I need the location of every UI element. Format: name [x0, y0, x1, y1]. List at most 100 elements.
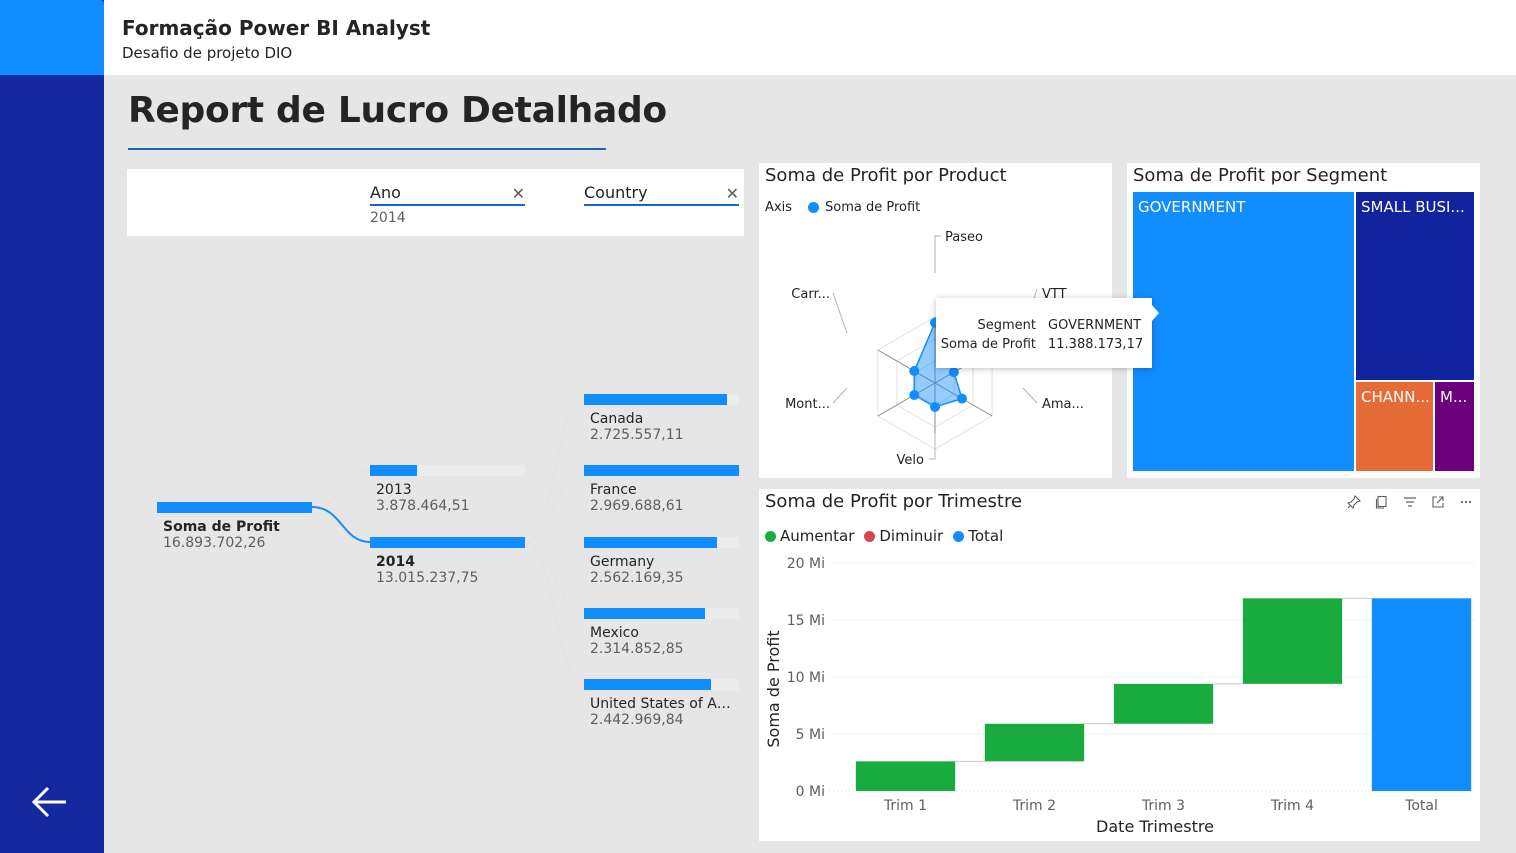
node-value: 2.562.169,35 — [590, 570, 684, 586]
waterfall-bar — [855, 761, 956, 791]
tree-node-usa[interactable]: United States of Ameri... 2.442.969,84 — [584, 679, 739, 728]
focus-mode-icon[interactable] — [1429, 493, 1447, 511]
pin-icon[interactable] — [1345, 493, 1363, 511]
node-bar — [584, 608, 739, 619]
node-bar — [584, 465, 739, 476]
tooltip-key: Soma de Profit — [940, 337, 1036, 352]
x-tick-label: Total — [1404, 798, 1438, 814]
node-bar — [157, 502, 312, 513]
node-bar-fill — [584, 679, 712, 690]
y-tick-label: 20 Mi — [787, 556, 825, 572]
title-underline — [128, 148, 606, 150]
waterfall-plot: 0 Mi 5 Mi 10 Mi 15 Mi 20 Mi Date Trimestre Som… — [764, 556, 1474, 836]
treemap-cell-government[interactable]: GOVERNMENT — [1133, 192, 1354, 471]
slicer-ano-value[interactable]: 2014 — [370, 210, 525, 226]
treemap-cell-channel[interactable]: CHANN... — [1356, 382, 1433, 471]
radar-leader-line — [934, 235, 941, 273]
node-value: 16.893.702,26 — [163, 535, 266, 551]
node-label: 2013 — [376, 482, 412, 498]
radar-data-point — [909, 366, 920, 377]
slicer-country[interactable]: Country ✕ — [584, 183, 739, 210]
waterfall-bar — [984, 723, 1085, 762]
treemap-card[interactable]: Soma de Profit por Segment GOVERNMENT SM… — [1127, 163, 1480, 478]
node-bar-fill — [584, 394, 727, 405]
node-label: Soma de Profit — [163, 519, 280, 535]
x-tick-label: Trim 2 — [1012, 798, 1056, 814]
more-options-icon[interactable] — [1457, 493, 1475, 511]
radar-axis-label: Velo — [897, 453, 924, 468]
y-tick-label: 10 Mi — [787, 670, 825, 686]
slicer-panel: Ano ✕ 2014 Country ✕ — [127, 169, 744, 236]
app-title: Formação Power BI Analyst — [122, 16, 431, 40]
close-icon[interactable]: ✕ — [726, 184, 739, 203]
treemap-title: Soma de Profit por Segment — [1133, 165, 1388, 186]
decomposition-tree: Soma de Profit 16.893.702,26 2013 3.878.… — [127, 250, 744, 840]
tree-node-2013[interactable]: 2013 3.878.464,51 — [370, 465, 525, 514]
treemap-cell-small-business[interactable]: SMALL BUSI... — [1356, 192, 1474, 380]
node-value: 2.314.852,85 — [590, 641, 684, 657]
page-title: Report de Lucro Detalhado — [128, 90, 667, 131]
radar-data-point — [930, 401, 940, 412]
slicer-ano[interactable]: Ano ✕ 2014 — [370, 183, 525, 226]
back-arrow-icon[interactable] — [28, 780, 72, 824]
tree-node-root[interactable]: Soma de Profit 16.893.702,26 — [157, 502, 312, 551]
waterfall-bar — [1371, 598, 1472, 791]
node-bar-fill — [370, 465, 417, 476]
radar-leader-line — [1022, 387, 1038, 404]
y-tick-label: 15 Mi — [787, 613, 825, 629]
x-tick-label: Trim 4 — [1270, 798, 1314, 814]
x-tick-label: Trim 1 — [883, 798, 927, 814]
tooltip-value: GOVERNMENT — [1048, 318, 1142, 333]
radar-axis-label: Mont... — [785, 397, 830, 412]
radar-axis-label: Paseo — [945, 230, 983, 245]
left-rail — [0, 0, 104, 853]
radar-leader-line — [832, 292, 848, 334]
y-tick-label: 0 Mi — [796, 784, 825, 800]
node-value: 2.969.688,61 — [590, 498, 684, 514]
waterfall-bar — [1242, 598, 1343, 684]
tree-node-mexico[interactable]: Mexico 2.314.852,85 — [584, 608, 739, 657]
radar-axis-label: Carr... — [791, 287, 830, 302]
treemap-cell-midmarket[interactable]: M... — [1435, 382, 1474, 471]
filter-icon[interactable] — [1401, 493, 1419, 511]
node-bar — [584, 537, 739, 548]
tooltip-value: 11.388.173,17 — [1048, 337, 1144, 352]
slicer-ano-label: Ano — [370, 183, 525, 206]
copy-icon[interactable] — [1373, 493, 1391, 511]
node-bar — [584, 679, 739, 690]
node-label: 2014 — [376, 554, 415, 570]
node-label: Canada — [590, 411, 644, 427]
radar-leader-line — [832, 387, 848, 404]
waterfall-chart-card[interactable]: Soma de Profit por Trimestre Aumentar Di… — [759, 489, 1480, 841]
x-axis-title: Date Trimestre — [1096, 817, 1214, 836]
report-header: Formação Power BI Analyst Desafio de pro… — [104, 0, 1516, 75]
radar-data-point — [909, 389, 920, 400]
tree-node-canada[interactable]: Canada 2.725.557,11 — [584, 394, 739, 443]
node-bar-fill — [157, 502, 312, 513]
rail-accent — [0, 0, 104, 75]
node-value: 13.015.237,75 — [376, 570, 479, 586]
tooltip-key: Segment — [977, 318, 1037, 333]
node-label: Mexico — [590, 625, 639, 641]
node-bar-fill — [584, 465, 739, 476]
radar-data-point — [957, 393, 968, 404]
node-bar — [584, 394, 739, 405]
y-tick-label: 5 Mi — [796, 727, 825, 743]
node-bar-fill — [584, 537, 718, 548]
tree-node-france[interactable]: France 2.969.688,61 — [584, 465, 739, 514]
radar-data-point — [948, 367, 959, 378]
tooltip: Segment GOVERNMENT Soma de Profit 11.388… — [936, 298, 1152, 368]
tree-node-germany[interactable]: Germany 2.562.169,35 — [584, 537, 739, 586]
waterfall-bar — [1113, 683, 1214, 724]
app-subtitle: Desafio de projeto DIO — [122, 44, 293, 62]
radar-axis-label: Ama... — [1042, 397, 1084, 412]
tree-node-2014[interactable]: 2014 13.015.237,75 — [370, 537, 525, 586]
node-bar — [370, 465, 525, 476]
close-icon[interactable]: ✕ — [512, 184, 525, 203]
node-label: United States of Ameri... — [590, 696, 739, 712]
node-label: Germany — [590, 554, 655, 570]
node-value: 2.442.969,84 — [590, 712, 684, 728]
node-bar-fill — [370, 537, 525, 548]
node-value: 2.725.557,11 — [590, 427, 684, 443]
node-label: France — [590, 482, 637, 498]
